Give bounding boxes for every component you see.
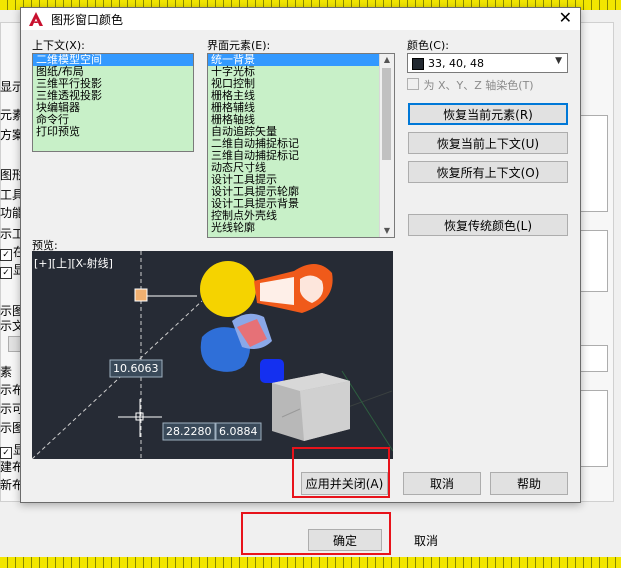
preview-canvas: [+][上][X-射线] 10.6063 28.2280 6.0884	[32, 251, 393, 459]
close-icon[interactable]: ✕	[559, 9, 572, 27]
restore-current-element-button[interactable]: 恢复当前元素(R)	[408, 103, 568, 125]
restore-classic-colors-button[interactable]: 恢复传统颜色(L)	[408, 214, 568, 236]
restore-all-contexts-button[interactable]: 恢复所有上下文(O)	[408, 161, 568, 183]
check-icon: ✓	[0, 249, 12, 261]
background-right-box-2	[580, 230, 608, 292]
viewport-label[interactable]: [+][上][X-射线]	[34, 255, 113, 271]
scroll-thumb[interactable]	[382, 68, 391, 160]
tint-axes-checkbox[interactable]: 为 X、Y、Z 轴染色(T)	[407, 77, 534, 93]
color-label: 颜色(C):	[407, 39, 449, 52]
color-swatch	[412, 58, 424, 70]
checkbox-box	[407, 78, 419, 90]
interface-elements-list[interactable]: 统一背景 十字光标 视口控制 栅格主线 栅格辅线 栅格轴线 自动追踪矢量 二维自动捕捉标记 三维…	[207, 53, 395, 238]
autocad-logo-icon	[28, 11, 44, 27]
bg-label: 素	[0, 365, 13, 379]
title-bar: 图形窗口颜色 ✕	[21, 8, 580, 30]
blue-cube	[260, 359, 284, 383]
scroll-down-icon[interactable]: ▼	[380, 225, 394, 237]
dialog-title: 图形窗口颜色	[51, 13, 124, 27]
color-value: 33, 40, 48	[428, 57, 484, 70]
dimension-value-2: 28.2280	[166, 425, 212, 438]
background-cancel-button[interactable]: 取消	[389, 529, 463, 551]
highlight-ok-box	[241, 512, 391, 555]
context-label: 上下文(X):	[32, 39, 85, 52]
grip-marker	[134, 288, 148, 302]
cancel-button[interactable]: 取消	[403, 472, 481, 495]
interface-element-item[interactable]: 光线轮廓	[208, 222, 380, 234]
list-scrollbar[interactable]: ▲ ▼	[379, 54, 394, 237]
graphics-window-colors-dialog: 图形窗口颜色 ✕ 上下文(X): 二维模型空间 图纸/布局 三维平行投影 三维透视投影…	[20, 7, 581, 503]
background-right-box-4	[580, 390, 608, 467]
yellow-sphere	[200, 261, 256, 317]
context-list-item[interactable]: 打印预览	[33, 126, 193, 138]
help-button[interactable]: 帮助	[490, 472, 568, 495]
dimension-value-1: 10.6063	[113, 362, 159, 375]
highlight-apply-box	[292, 447, 390, 498]
context-list[interactable]: 二维模型空间 图纸/布局 三维平行投影 三维透视投影 块编辑器 命令行 打印预览	[32, 53, 194, 152]
background-right-box-3	[580, 345, 608, 372]
background-right-box-1	[580, 115, 608, 212]
preview-scene	[32, 251, 393, 459]
ruler-bottom	[0, 557, 621, 568]
scroll-up-icon[interactable]: ▲	[380, 54, 394, 66]
interface-elements-label: 界面元素(E):	[207, 39, 271, 52]
restore-current-context-button[interactable]: 恢复当前上下文(U)	[408, 132, 568, 154]
dimension-value-3: 6.0884	[219, 425, 258, 438]
gray-box-side	[300, 381, 350, 441]
chevron-down-icon: ▼	[555, 56, 562, 66]
check-icon: ✓	[0, 267, 12, 279]
color-select[interactable]: 33, 40, 48 ▼	[407, 53, 568, 73]
check-icon: ✓	[0, 447, 12, 459]
